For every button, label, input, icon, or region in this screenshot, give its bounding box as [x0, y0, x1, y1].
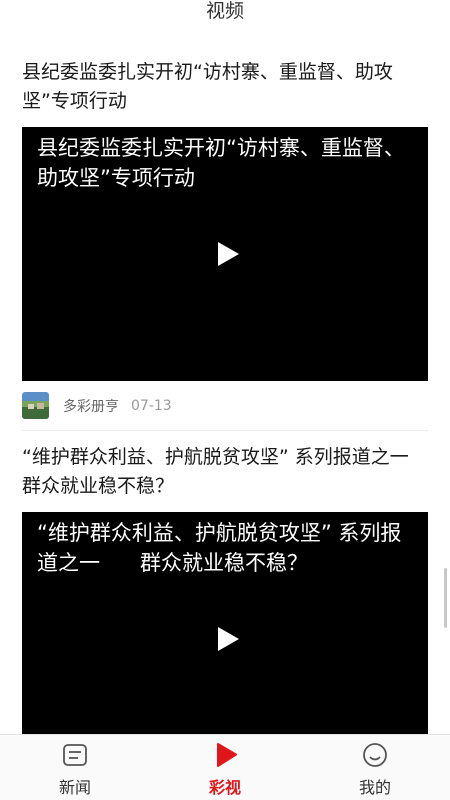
bottom-tab-bar: 新闻 彩视 我的 [0, 734, 450, 800]
video-feed[interactable]: 县纪委监委扎实开初“访村寨、重监督、助攻坚”专项行动 县纪委监委扎实开初“访村寨… [0, 28, 450, 734]
scrollbar[interactable] [444, 568, 447, 628]
video-player[interactable]: “维护群众利益、护航脱贫攻坚” 系列报道之一 群众就业稳不稳？ [22, 512, 428, 734]
source-avatar [22, 392, 49, 419]
tab-profile[interactable]: 我的 [300, 735, 450, 800]
video-title[interactable]: 县纪委监委扎实开初“访村寨、重监督、助攻坚”专项行动 [22, 58, 428, 116]
source-name: 多彩册亨 [63, 398, 119, 415]
news-icon [63, 744, 87, 766]
tab-label: 彩视 [208, 778, 241, 797]
tab-news[interactable]: 新闻 [0, 735, 150, 800]
page-title: 视频 [205, 0, 244, 22]
tab-label: 我的 [358, 778, 391, 797]
publish-date: 07-13 [131, 397, 172, 414]
smiley-profile-icon [363, 743, 387, 767]
page-header: 视频 [0, 0, 450, 28]
tab-label: 新闻 [58, 778, 91, 797]
video-title[interactable]: “维护群众利益、护航脱贫攻坚” 系列报道之一 群众就业稳不稳？ [22, 443, 428, 501]
video-meta: 多彩册亨 07-13 [22, 381, 428, 431]
video-overlay-title: “维护群众利益、护航脱贫攻坚” 系列报道之一 群众就业稳不稳？ [37, 521, 402, 575]
play-icon[interactable] [217, 627, 239, 651]
play-icon[interactable] [217, 242, 239, 266]
video-card[interactable]: “维护群众利益、护航脱贫攻坚” 系列报道之一 群众就业稳不稳？ “维护群众利益、… [0, 443, 450, 734]
video-play-icon [217, 743, 237, 767]
video-player[interactable]: 县纪委监委扎实开初“访村寨、重监督、助攻坚”专项行动 [22, 127, 428, 381]
tab-video[interactable]: 彩视 [150, 735, 300, 800]
video-card[interactable]: 县纪委监委扎实开初“访村寨、重监督、助攻坚”专项行动 县纪委监委扎实开初“访村寨… [0, 58, 450, 431]
video-overlay-title: 县纪委监委扎实开初“访村寨、重监督、助攻坚”专项行动 [37, 136, 405, 190]
